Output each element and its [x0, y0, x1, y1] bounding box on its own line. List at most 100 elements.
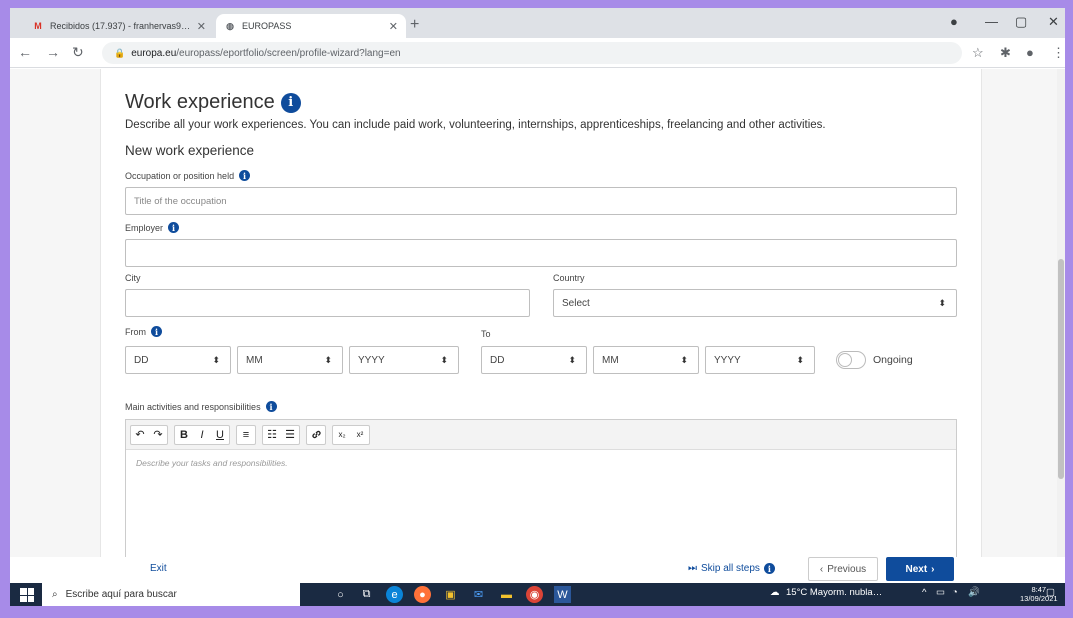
from-day-select[interactable]: DD ⬍: [125, 346, 231, 374]
page-scrollbar[interactable]: [1057, 69, 1065, 577]
notifications-icon[interactable]: ▢: [1046, 587, 1055, 598]
weather-icon: ☁: [770, 587, 780, 598]
store-icon[interactable]: ▣: [442, 586, 459, 603]
tray-chevron-icon[interactable]: ^: [922, 587, 926, 598]
align-group: ≡: [236, 424, 256, 445]
select-caret-icon: ⬍: [680, 354, 688, 365]
cortana-icon[interactable]: ○: [332, 586, 349, 603]
underline-button[interactable]: U: [211, 426, 229, 444]
align-icon[interactable]: ≡: [237, 426, 255, 444]
scrollbar-thumb[interactable]: [1058, 259, 1064, 479]
bold-button[interactable]: B: [175, 426, 193, 444]
file-explorer-icon[interactable]: ▬: [498, 586, 515, 603]
tab-gmail[interactable]: M Recibidos (17.937) - franhervas9… ✕: [24, 14, 214, 38]
to-day-select[interactable]: DD ⬍: [481, 346, 587, 374]
numbered-list-icon[interactable]: ☷: [263, 426, 281, 444]
firefox-icon[interactable]: ●: [414, 586, 431, 603]
extensions-icon[interactable]: ✱: [1000, 45, 1011, 61]
page-content: Work experience i Describe all your work…: [10, 69, 1065, 577]
battery-icon[interactable]: ▭: [936, 587, 945, 598]
browser-toolbar: ← → ↻ 🔒 europa.eu /europass/eportfolio/s…: [10, 38, 1065, 68]
windows-start-icon[interactable]: [20, 588, 34, 602]
windows-taskbar: ⌕ Escribe aquí para buscar ○ ⧉ e ● ▣ ✉ ▬…: [10, 583, 1065, 606]
address-bar[interactable]: 🔒 europa.eu /europass/eportfolio/screen/…: [102, 42, 962, 64]
undo-icon[interactable]: ↶: [131, 426, 149, 444]
weather-text[interactable]: 15°C Mayorm. nubla…: [786, 587, 882, 598]
ongoing-toggle[interactable]: [836, 351, 866, 369]
new-tab-button[interactable]: +: [410, 16, 419, 34]
skip-label: Skip all steps: [701, 563, 760, 574]
select-caret-icon: ⬍: [796, 354, 804, 365]
from-year-select[interactable]: YYYY ⬍: [349, 346, 459, 374]
bulleted-list-icon[interactable]: ☰: [281, 426, 299, 444]
info-icon[interactable]: i: [280, 92, 301, 113]
link-glyph: [311, 430, 321, 439]
page-title-text: Work experience: [125, 91, 275, 113]
list-group: ☷ ☰: [262, 424, 300, 445]
bookmark-star-icon[interactable]: ☆: [972, 45, 984, 61]
task-view-icon[interactable]: ⧉: [358, 586, 375, 603]
lock-icon: 🔒: [114, 47, 126, 58]
chrome-icon[interactable]: ◉: [526, 586, 543, 603]
subscript-button[interactable]: x₂: [333, 426, 351, 444]
to-label: To: [481, 329, 491, 339]
redo-icon[interactable]: ↷: [149, 426, 167, 444]
select-value: MM: [602, 354, 619, 366]
to-month-select[interactable]: MM ⬍: [593, 346, 699, 374]
employer-label-text: Employer: [125, 222, 164, 233]
mail-icon[interactable]: ✉: [470, 586, 487, 603]
chevron-right-icon: ›: [931, 563, 935, 575]
word-icon[interactable]: W: [554, 586, 571, 603]
select-caret-icon: ⬍: [440, 354, 448, 365]
from-month-select[interactable]: MM ⬍: [237, 346, 343, 374]
work-experience-form: Work experience i Describe all your work…: [100, 69, 982, 577]
menu-icon[interactable]: ⋮: [1052, 45, 1065, 61]
section-subtitle: New work experience: [125, 143, 255, 158]
close-icon[interactable]: ✕: [197, 20, 206, 33]
profile-avatar-icon[interactable]: ●: [1026, 45, 1034, 60]
rich-text-editor: ↶ ↷ B I U ≡ ☷ ☰ x₂ x² Describe your task…: [125, 419, 957, 577]
occupation-label: Occupation or position held i: [125, 170, 251, 181]
browser-tab-strip: M Recibidos (17.937) - franhervas9… ✕ ◍ …: [10, 8, 1065, 38]
minimize-icon[interactable]: —: [985, 14, 998, 29]
from-label-text: From: [125, 326, 146, 337]
skip-all-steps-link[interactable]: ⏭ Skip all steps i: [688, 563, 775, 574]
profile-icon[interactable]: ●: [950, 14, 958, 29]
link-group: [306, 424, 326, 445]
info-icon[interactable]: i: [265, 401, 277, 412]
forward-icon[interactable]: →: [46, 44, 60, 60]
info-icon[interactable]: i: [239, 170, 251, 181]
editor-text-area[interactable]: Describe your tasks and responsibilities…: [126, 450, 956, 476]
back-icon[interactable]: ←: [18, 44, 32, 60]
reload-icon[interactable]: ↻: [72, 44, 84, 61]
close-icon[interactable]: ✕: [389, 20, 398, 33]
to-year-select[interactable]: YYYY ⬍: [705, 346, 815, 374]
url-host: europa.eu: [131, 47, 177, 59]
script-group: x₂ x²: [332, 424, 370, 445]
info-icon[interactable]: i: [151, 326, 162, 337]
city-input[interactable]: [125, 289, 530, 317]
network-icon[interactable]: ◔: [952, 587, 958, 598]
tab-europass[interactable]: ◍ EUROPASS ✕: [216, 14, 406, 38]
maximize-icon[interactable]: ▢: [1015, 14, 1027, 30]
link-icon[interactable]: [307, 426, 325, 444]
previous-button[interactable]: ‹ Previous: [808, 557, 878, 581]
info-icon[interactable]: i: [168, 222, 180, 233]
search-icon: ⌕: [52, 589, 58, 600]
employer-input[interactable]: [125, 239, 957, 267]
superscript-button[interactable]: x²: [351, 426, 369, 444]
exit-link[interactable]: Exit: [150, 563, 167, 574]
activities-label-text: Main activities and responsibilities: [125, 401, 261, 412]
info-icon[interactable]: i: [763, 563, 775, 574]
next-button[interactable]: Next ›: [886, 557, 954, 581]
city-label: City: [125, 273, 141, 283]
edge-icon[interactable]: e: [386, 586, 403, 603]
window-close-icon[interactable]: ✕: [1048, 14, 1059, 30]
select-value: YYYY: [714, 354, 741, 366]
taskbar-search[interactable]: ⌕ Escribe aquí para buscar: [42, 583, 300, 606]
volume-icon[interactable]: 🔊: [968, 587, 980, 598]
tab-title: Recibidos (17.937) - franhervas9…: [50, 21, 191, 31]
italic-button[interactable]: I: [193, 426, 211, 444]
country-select[interactable]: Select ⬍: [553, 289, 957, 317]
occupation-input[interactable]: Title of the occupation: [125, 187, 957, 215]
